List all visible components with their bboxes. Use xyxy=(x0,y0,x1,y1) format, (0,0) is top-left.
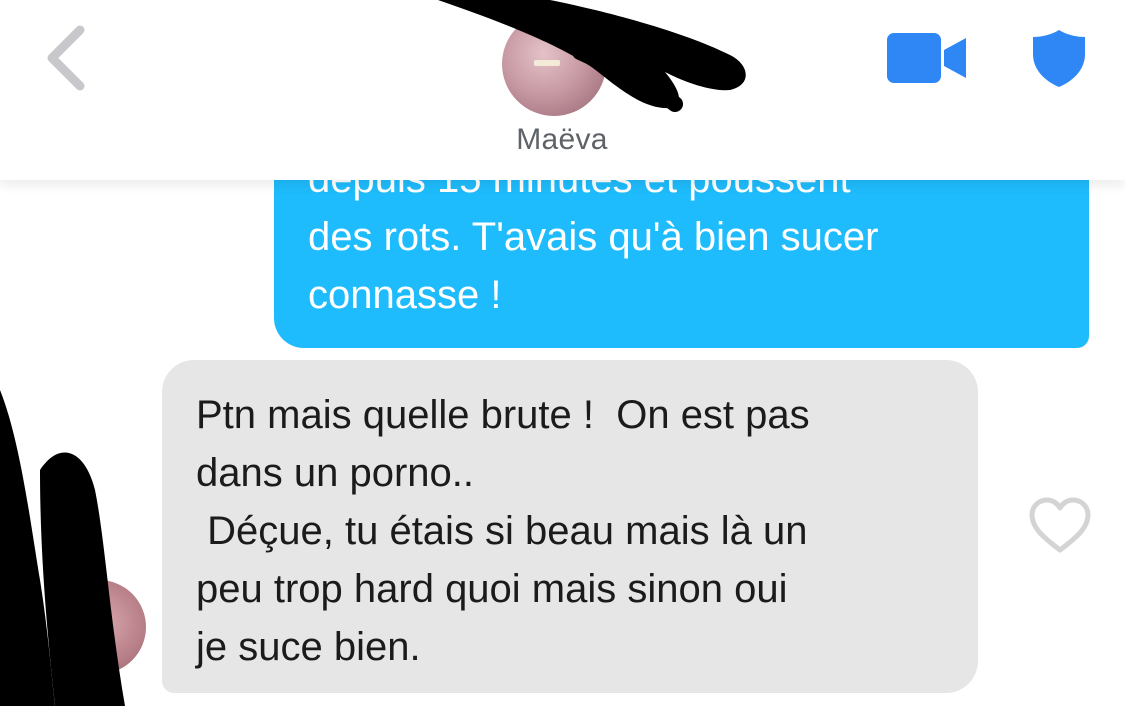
safety-shield-button[interactable] xyxy=(1031,28,1087,88)
avatar-detail xyxy=(534,60,560,66)
sender-avatar[interactable] xyxy=(52,580,146,674)
like-message-button[interactable] xyxy=(1027,496,1093,556)
chevron-left-icon xyxy=(47,25,85,91)
incoming-message-text: Ptn mais quelle brute ! On est pas dans … xyxy=(196,393,810,669)
video-camera-icon xyxy=(887,33,966,83)
incoming-message-bubble[interactable]: Ptn mais quelle brute ! On est pas dans … xyxy=(162,360,978,693)
chat-header: Maëva xyxy=(0,0,1125,180)
heart-outline-icon xyxy=(1029,497,1091,553)
shield-icon xyxy=(1033,30,1085,87)
video-call-button[interactable] xyxy=(887,33,967,83)
back-button[interactable] xyxy=(40,22,100,94)
contact-name[interactable]: Maëva xyxy=(462,123,662,157)
contact-avatar[interactable] xyxy=(502,12,606,116)
